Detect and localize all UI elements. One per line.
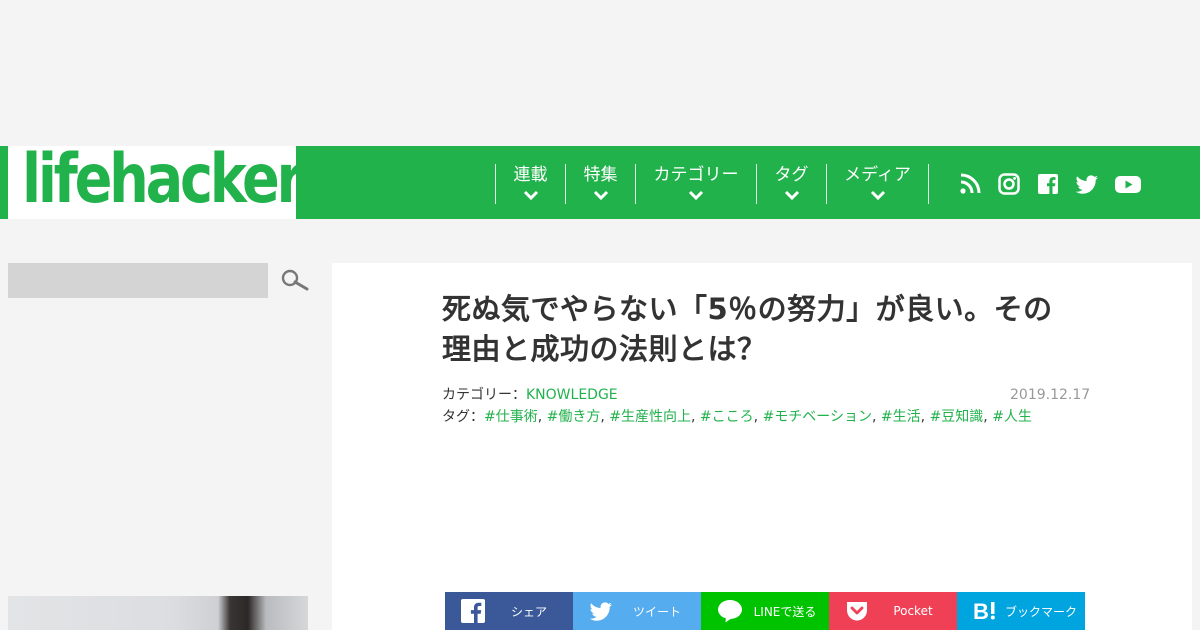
search-icon[interactable] (280, 268, 310, 294)
line-share-button[interactable]: LINEで送る (701, 592, 829, 630)
tag-link[interactable]: #生活 (881, 409, 921, 425)
category-row: カテゴリー：KNOWLEDGE (442, 384, 1032, 406)
tag-link[interactable]: #生産性向上 (609, 409, 691, 425)
article-title-line: 理由と成功の法則とは？ (442, 332, 767, 366)
chevron-down-icon (523, 190, 538, 201)
tag-link[interactable]: #モチベーション (763, 409, 872, 425)
share-label: ブックマーク (1004, 604, 1077, 619)
chevron-down-icon (688, 190, 704, 201)
nav-item-media[interactable]: メディア (826, 164, 928, 204)
main-navigation: 連載 特集 カテゴリー タグ メディア (296, 146, 1200, 219)
tag-link[interactable]: #仕事術 (484, 409, 538, 425)
tag-link[interactable]: #豆知識 (930, 409, 984, 425)
facebook-icon[interactable] (1036, 172, 1060, 196)
tag-label: タグ： (442, 409, 484, 425)
nav-item-category[interactable]: カテゴリー (635, 164, 756, 204)
category-label: カテゴリー： (442, 387, 526, 403)
nav-item-tags[interactable]: タグ (756, 164, 826, 204)
tag-link[interactable]: #働き方 (547, 409, 601, 425)
publish-date: 2019.12.17 (1010, 387, 1091, 403)
twitter-icon[interactable] (1075, 172, 1099, 196)
ad-space (0, 0, 1200, 146)
chevron-down-icon (870, 190, 885, 201)
pocket-share-button[interactable]: Pocket (829, 592, 957, 630)
article-title-line: 死ぬ気でやらない「5％の努力」が良い。その (442, 292, 1053, 326)
nav-item-features[interactable]: 特集 (565, 164, 635, 204)
youtube-icon[interactable] (1114, 172, 1142, 196)
sidebar-article-thumbnail[interactable] (8, 596, 308, 630)
share-bar: シェア ツイート LINEで送る Pocket B ブックマーク (445, 592, 1085, 630)
share-label: Pocket (893, 604, 933, 618)
nav-item-label: タグ (774, 165, 809, 185)
hatena-bookmark-button[interactable]: B ブックマーク (957, 592, 1085, 630)
tag-link[interactable]: #人生 (992, 409, 1032, 425)
article-title: 死ぬ気でやらない「5％の努力」が良い。その 理由と成功の法則とは？ (442, 289, 1092, 369)
logo-accent-bar (0, 146, 8, 219)
chevron-down-icon (784, 190, 799, 201)
article-card: 死ぬ気でやらない「5％の努力」が良い。その 理由と成功の法則とは？ カテゴリー：… (332, 263, 1192, 630)
share-label: シェア (510, 604, 547, 619)
instagram-icon[interactable] (997, 172, 1021, 196)
article-meta: カテゴリー：KNOWLEDGE タグ：#仕事術, #働き方, #生産性向上, #… (442, 384, 1032, 428)
nav-item-label: 特集 (583, 165, 618, 185)
nav-item-label: メディア (844, 165, 911, 185)
tag-link[interactable]: #こころ (700, 409, 754, 425)
nav-divider (928, 164, 929, 204)
chevron-down-icon (593, 190, 608, 201)
logo-text: lifehacker (22, 140, 304, 219)
nav-item-label: 連載 (513, 165, 548, 185)
search-input[interactable] (8, 263, 268, 298)
nav-item-series[interactable]: 連載 (495, 164, 565, 204)
category-link[interactable]: KNOWLEDGE (526, 387, 618, 403)
site-logo[interactable]: lifehacker (0, 140, 304, 219)
nav-item-label: カテゴリー (653, 165, 739, 185)
share-label: ツイート (632, 604, 681, 619)
twitter-share-button[interactable]: ツイート (573, 592, 701, 630)
tag-row: タグ：#仕事術, #働き方, #生産性向上, #こころ, #モチベーション, #… (442, 409, 1032, 425)
facebook-share-button[interactable]: シェア (445, 592, 573, 630)
share-label: LINEで送る (753, 604, 817, 619)
rss-icon[interactable] (958, 172, 982, 196)
